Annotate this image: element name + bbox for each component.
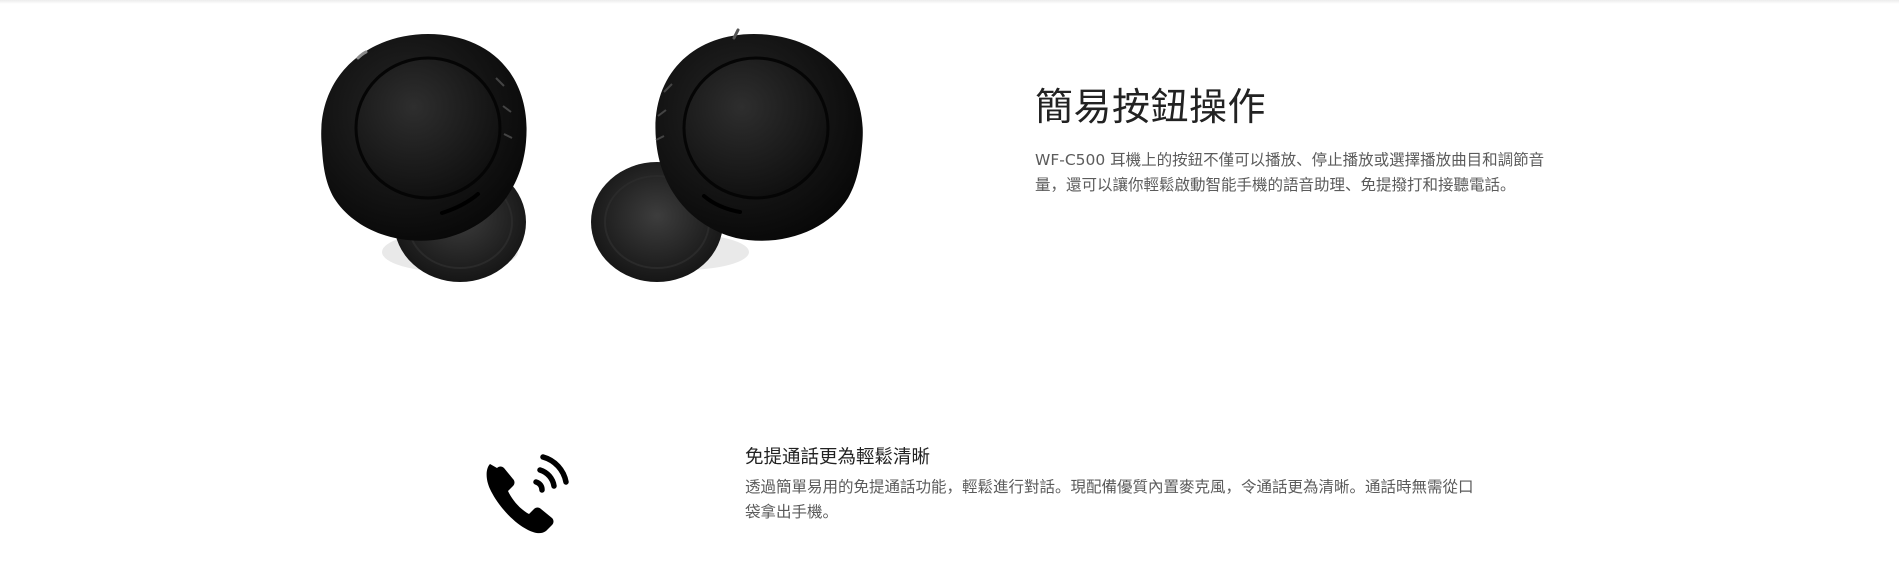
product-feature-page: 簡易按鈕操作 WF-C500 耳機上的按鈕不僅可以播放、停止播放或選擇播放曲目和… [0,0,1899,575]
right-earbud [591,28,863,282]
feature-description: WF-C500 耳機上的按鈕不僅可以播放、停止播放或選擇播放曲目和調節音量，還可… [1035,151,1545,194]
feature-title: 簡易按鈕操作 [1035,85,1267,129]
earbuds-product-image [321,28,863,282]
handsfree-call-description: 透過簡單易用的免提通話功能，輕鬆進行對話。現配備優質內置麥克風，令通話更為清晰。… [745,478,1474,521]
handsfree-call-title: 免提通話更為輕鬆清晰 [745,447,931,468]
top-divider [0,0,1899,4]
phone-call-icon [486,454,569,534]
left-earbud [321,34,527,282]
